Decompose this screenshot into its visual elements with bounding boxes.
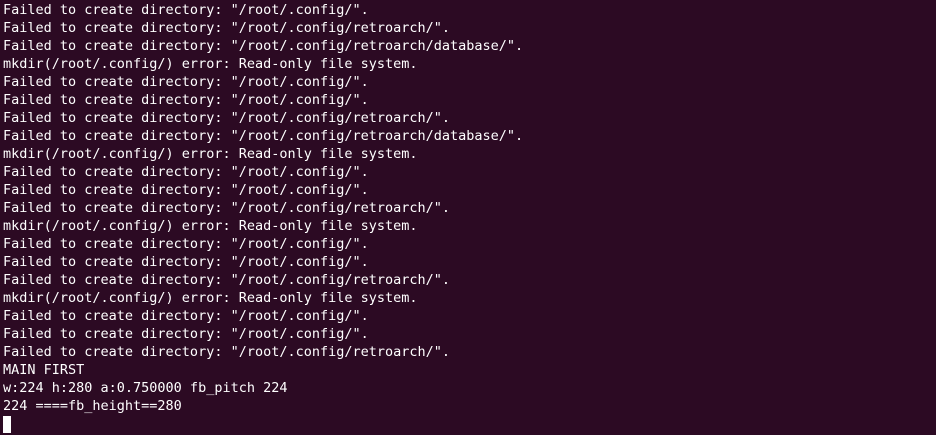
terminal-line: Failed to create directory: "/root/.conf…: [3, 272, 451, 288]
terminal-prompt-line[interactable]: [3, 415, 936, 433]
terminal-line: Failed to create directory: "/root/.conf…: [3, 236, 369, 252]
terminal-line: mkdir(/root/.config/) error: Read-only f…: [3, 218, 418, 234]
terminal-line: Failed to create directory: "/root/.conf…: [3, 182, 369, 198]
terminal-line: mkdir(/root/.config/) error: Read-only f…: [3, 146, 418, 162]
terminal-line: Failed to create directory: "/root/.conf…: [3, 110, 451, 126]
terminal-line: Failed to create directory: "/root/.conf…: [3, 38, 524, 54]
terminal-line: Failed to create directory: "/root/.conf…: [3, 164, 369, 180]
terminal-line: Failed to create directory: "/root/.conf…: [3, 254, 369, 270]
terminal-line: Failed to create directory: "/root/.conf…: [3, 128, 524, 144]
terminal-line: Failed to create directory: "/root/.conf…: [3, 74, 369, 90]
terminal-line: mkdir(/root/.config/) error: Read-only f…: [3, 290, 418, 306]
text-cursor: [3, 416, 11, 433]
terminal-line: Failed to create directory: "/root/.conf…: [3, 308, 369, 324]
terminal-line: MAIN FIRST: [3, 362, 85, 378]
terminal-line: Failed to create directory: "/root/.conf…: [3, 92, 369, 108]
terminal-line: 224 ====fb_height==280: [3, 398, 182, 414]
terminal-line: mkdir(/root/.config/) error: Read-only f…: [3, 56, 418, 72]
terminal-line: Failed to create directory: "/root/.conf…: [3, 20, 451, 36]
terminal-line: Failed to create directory: "/root/.conf…: [3, 200, 451, 216]
terminal-window[interactable]: Failed to create directory: "/root/.conf…: [0, 0, 936, 435]
terminal-line: Failed to create directory: "/root/.conf…: [3, 2, 369, 18]
terminal-line: w:224 h:280 a:0.750000 fb_pitch 224: [3, 380, 288, 396]
terminal-line: Failed to create directory: "/root/.conf…: [3, 344, 451, 360]
terminal-line: Failed to create directory: "/root/.conf…: [3, 326, 369, 342]
